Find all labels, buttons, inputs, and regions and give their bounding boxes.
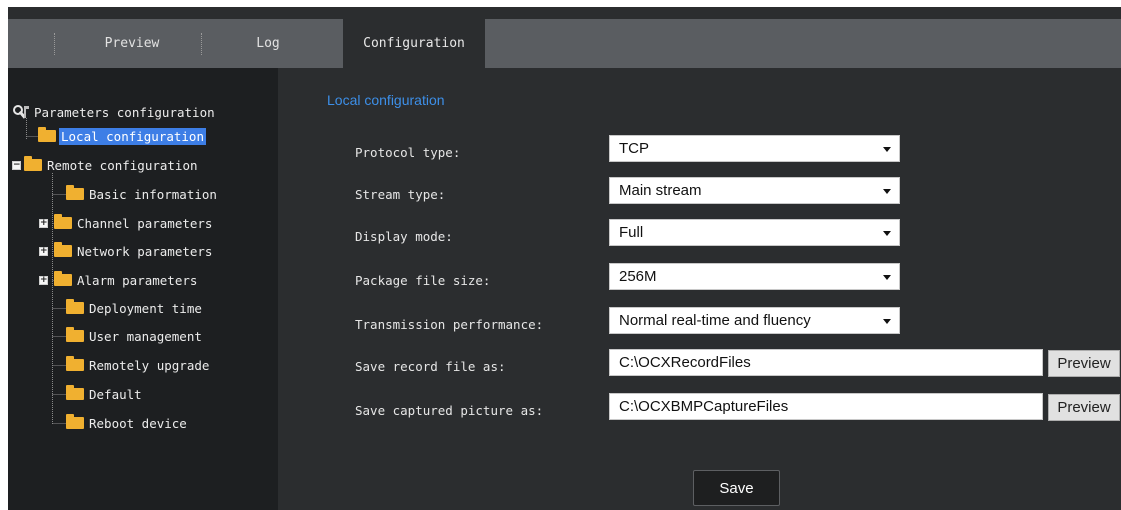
folder-icon <box>66 327 84 342</box>
expand-icon[interactable]: + <box>39 246 48 256</box>
record-path-input[interactable]: C:\OCXRecordFiles <box>609 349 1043 376</box>
tree-item-label: Deployment time <box>89 300 202 316</box>
tree-item-basic-information[interactable]: Basic information <box>66 184 219 204</box>
tree-root-label: Parameters configuration <box>34 104 215 120</box>
package-file-size-label: Package file size: <box>355 273 491 288</box>
tree-item-label: Local configuration <box>59 127 206 145</box>
stream-type-label: Stream type: <box>355 187 446 202</box>
protocol-type-select[interactable]: TCP <box>609 135 900 162</box>
app-frame: Preview Log Configuration Parameters con… <box>8 7 1121 510</box>
folder-icon <box>38 127 56 142</box>
expand-icon[interactable]: + <box>39 218 48 228</box>
tree-item-network-parameters[interactable]: + Network parameters <box>39 241 214 261</box>
tree-root-parameters[interactable]: Parameters configuration <box>12 102 217 122</box>
tree-item-label: Channel parameters <box>77 215 213 231</box>
folder-icon <box>54 242 72 257</box>
folder-icon <box>66 385 84 400</box>
select-value: 256M <box>619 268 657 285</box>
tree-item-label: Default <box>89 386 142 402</box>
tree-item-label: Remotely upgrade <box>89 357 210 373</box>
tree-item-label: Remote configuration <box>47 157 198 173</box>
stream-type-select[interactable]: Main stream <box>609 177 900 204</box>
select-value: TCP <box>619 140 649 157</box>
save-button[interactable]: Save <box>693 470 780 506</box>
display-mode-select[interactable]: Full <box>609 219 900 246</box>
select-value: Main stream <box>619 182 702 199</box>
package-file-size-select[interactable]: 256M <box>609 263 900 290</box>
config-panel: Local configuration Protocol type: TCP S… <box>278 68 1121 510</box>
capture-path-preview-button[interactable]: Preview <box>1048 394 1120 421</box>
dropdown-arrow-icon <box>883 189 891 194</box>
dropdown-arrow-icon <box>883 147 891 152</box>
expand-icon[interactable]: + <box>39 275 48 285</box>
tree-item-label: Reboot device <box>89 415 187 431</box>
tree-item-label: Alarm parameters <box>77 272 198 288</box>
folder-icon <box>66 185 84 200</box>
tree-item-label: User management <box>89 328 202 344</box>
save-captured-picture-label: Save captured picture as: <box>355 403 544 418</box>
save-record-file-label: Save record file as: <box>355 359 506 374</box>
display-mode-label: Display mode: <box>355 229 453 244</box>
folder-icon <box>54 271 72 286</box>
sidebar-tree: Parameters configuration Local configura… <box>8 68 278 510</box>
tab-separator <box>201 33 202 55</box>
tools-icon <box>12 104 30 120</box>
transmission-performance-select[interactable]: Normal real-time and fluency <box>609 307 900 334</box>
select-value: Full <box>619 224 644 241</box>
tree-item-user-management[interactable]: User management <box>66 326 204 346</box>
dropdown-arrow-icon <box>883 319 891 324</box>
tab-preview[interactable]: Preview <box>66 19 198 68</box>
dropdown-arrow-icon <box>883 231 891 236</box>
tree-item-label: Basic information <box>89 186 217 202</box>
tab-log[interactable]: Log <box>204 19 332 68</box>
folder-icon <box>66 299 84 314</box>
folder-icon <box>66 414 84 429</box>
tree-item-label: Network parameters <box>77 243 213 259</box>
capture-path-input[interactable]: C:\OCXBMPCaptureFiles <box>609 393 1043 420</box>
tree-item-local-configuration[interactable]: Local configuration <box>38 126 206 146</box>
tree-item-remotely-upgrade[interactable]: Remotely upgrade <box>66 355 211 375</box>
tree-item-reboot-device[interactable]: Reboot device <box>66 413 189 433</box>
tab-configuration[interactable]: Configuration <box>343 19 485 68</box>
tab-separator <box>54 33 55 55</box>
protocol-type-label: Protocol type: <box>355 145 461 160</box>
dropdown-arrow-icon <box>883 275 891 280</box>
collapse-icon[interactable]: − <box>12 160 21 170</box>
tree-item-channel-parameters[interactable]: + Channel parameters <box>39 213 214 233</box>
record-path-preview-button[interactable]: Preview <box>1048 350 1120 377</box>
transmission-performance-label: Transmission performance: <box>355 317 544 332</box>
tree-item-remote-configuration[interactable]: − Remote configuration <box>12 155 200 175</box>
folder-icon <box>24 156 42 171</box>
folder-icon <box>54 214 72 229</box>
section-title: Local configuration <box>327 92 445 108</box>
tree-item-deployment-time[interactable]: Deployment time <box>66 298 204 318</box>
top-nav-bar: Preview Log Configuration <box>8 19 1121 68</box>
select-value: Normal real-time and fluency <box>619 312 811 329</box>
folder-icon <box>66 356 84 371</box>
tree-item-alarm-parameters[interactable]: + Alarm parameters <box>39 270 199 290</box>
tree-item-default[interactable]: Default <box>66 384 144 404</box>
